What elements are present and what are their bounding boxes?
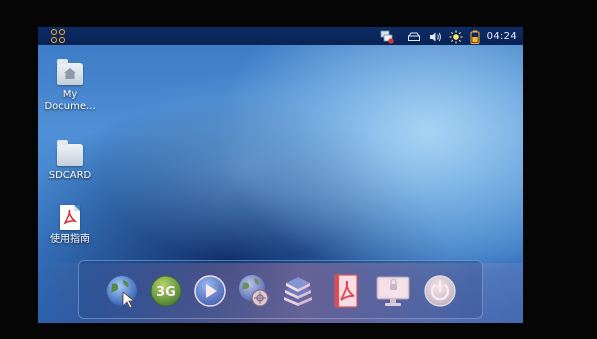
pdf-reader-icon[interactable] (327, 272, 365, 310)
device-screen: 04:24 My Docume... SDCARD 使用指南 3G (38, 27, 523, 323)
volume-icon[interactable] (428, 29, 442, 43)
network-icon[interactable] (235, 272, 273, 310)
home-folder-icon (57, 59, 83, 85)
status-bar: 04:24 (38, 27, 523, 45)
desktop-icon-sdcard[interactable]: SDCARD (38, 140, 102, 182)
3g-icon[interactable]: 3G (147, 272, 185, 310)
desktop-icon-label: 使用指南 (50, 234, 90, 245)
desktop-icon-label: SDCARD (48, 170, 92, 181)
web-browser-icon[interactable] (103, 272, 141, 310)
media-player-icon[interactable] (191, 272, 229, 310)
desktop-icon-label: My Docume... (44, 89, 96, 112)
display-settings-icon[interactable] (374, 272, 412, 310)
clock: 04:24 (486, 30, 517, 42)
dock: 3G (78, 260, 483, 319)
network-status-icon[interactable] (380, 29, 394, 44)
desktop-icon-my-documents[interactable]: My Docume... (38, 59, 102, 113)
3g-label: 3G (156, 285, 176, 300)
pdf-icon (60, 205, 80, 230)
brightness-icon[interactable] (449, 29, 463, 44)
system-tray: 04:24 (380, 28, 517, 44)
app-grid-icon[interactable] (50, 28, 67, 44)
battery-slot-icon[interactable] (407, 29, 421, 43)
battery-icon[interactable] (470, 29, 480, 44)
power-icon[interactable] (421, 272, 459, 310)
desktop-icon-guide[interactable]: 使用指南 (38, 205, 102, 246)
books-icon[interactable] (279, 272, 317, 310)
folder-icon (57, 140, 83, 166)
